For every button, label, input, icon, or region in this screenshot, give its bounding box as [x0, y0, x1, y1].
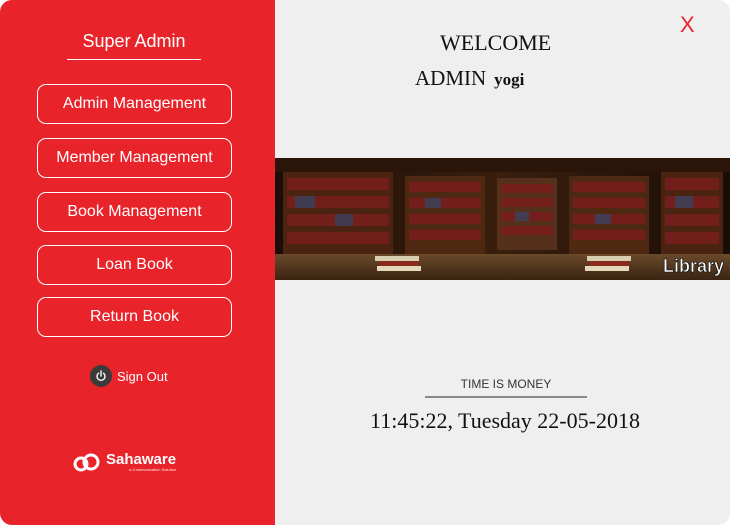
banner-label: Library — [663, 256, 724, 276]
power-icon — [90, 365, 112, 387]
library-shelves-image: Library — [275, 158, 730, 280]
admin-greeting: ADMIN yogi — [415, 66, 524, 91]
brand-logo: Sahaware e-Communication Solution — [72, 451, 176, 473]
admin-username: yogi — [494, 70, 525, 89]
close-button[interactable]: X — [680, 12, 695, 38]
app-window: Super Admin Admin Management Member Mana… — [0, 0, 730, 525]
role-title-underline — [67, 59, 201, 60]
book-stack-left — [375, 256, 421, 271]
admin-prefix: ADMIN — [415, 66, 487, 90]
book-management-button[interactable]: Book Management — [37, 192, 232, 232]
sign-out-label: Sign Out — [117, 368, 168, 384]
role-title: Super Admin — [82, 31, 186, 51]
sahaware-logo-icon — [73, 453, 100, 472]
welcome-heading: WELCOME — [440, 30, 552, 55]
sign-out-button[interactable]: Sign Out — [90, 365, 168, 387]
book-stack-right — [585, 256, 631, 271]
member-management-button[interactable]: Member Management — [37, 138, 232, 178]
library-banner: Library — [275, 158, 730, 280]
admin-management-button[interactable]: Admin Management — [37, 84, 232, 124]
clock-display: 11:45:22, Tuesday 22-05-2018 — [370, 408, 640, 433]
return-book-button[interactable]: Return Book — [37, 297, 232, 337]
time-label: TIME IS MONEY — [460, 377, 552, 391]
time-divider — [425, 396, 587, 398]
loan-book-button[interactable]: Loan Book — [37, 245, 232, 285]
brand-name: Sahaware — [106, 451, 177, 468]
brand-tagline: e-Communication Solution — [129, 467, 177, 472]
sidebar: Super Admin Admin Management Member Mana… — [0, 0, 275, 525]
